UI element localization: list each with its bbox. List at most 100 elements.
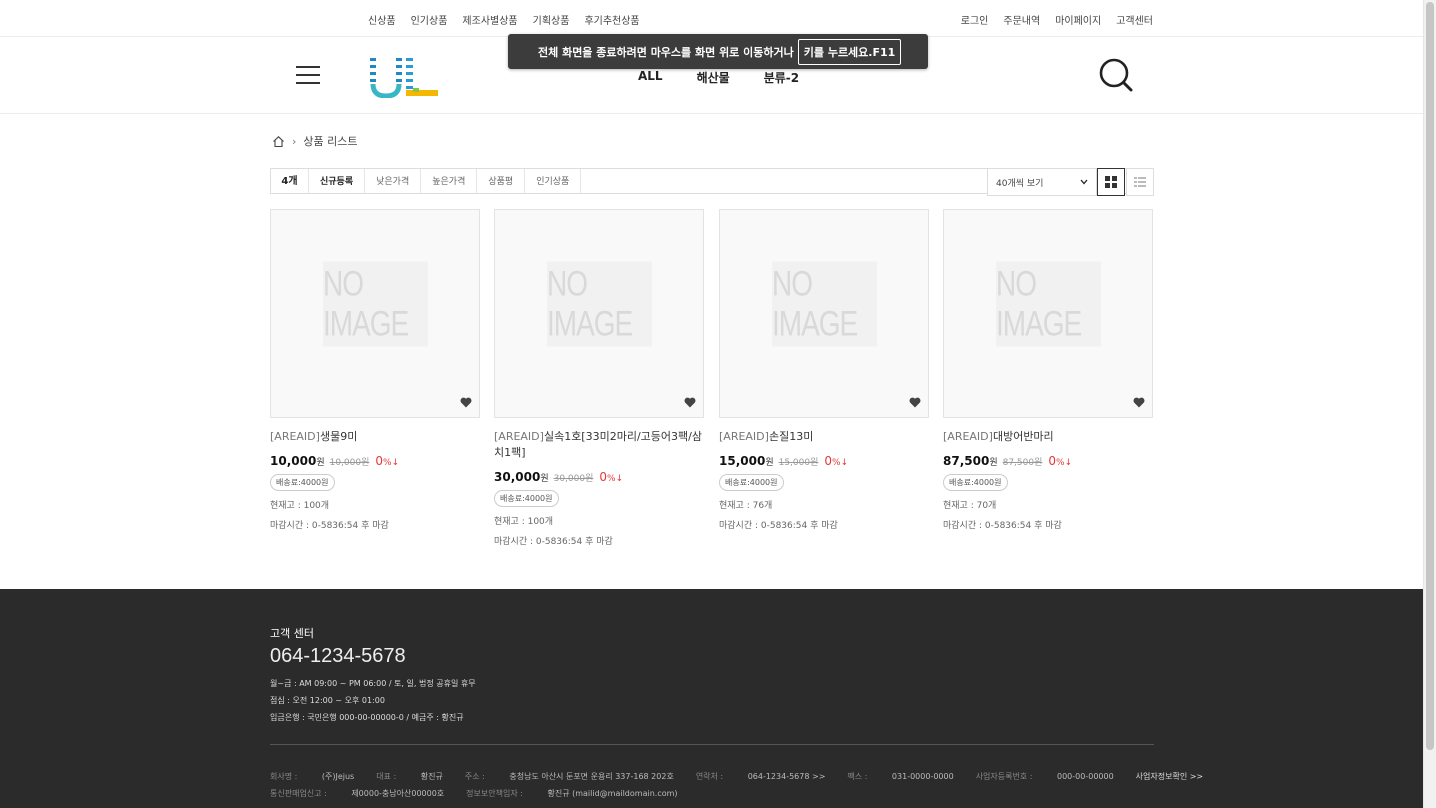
menu-icon[interactable] [296, 66, 320, 84]
nav-category-2[interactable]: 분류-2 [764, 69, 799, 86]
ceo-info: 대표 : 황진규 [376, 772, 443, 781]
heart-icon[interactable] [1133, 397, 1145, 408]
breadcrumb-current: 상품 리스트 [303, 135, 358, 148]
product-card[interactable]: NO IMAGE [AREAID]실속1호[33미2마리/고등어3팩/삼치1팩]… [494, 209, 704, 547]
original-price: 10,000원 [329, 458, 370, 468]
stock-text: 현재고 : 100개 [270, 501, 330, 511]
site-logo[interactable] [370, 54, 440, 98]
sort-review[interactable]: 상품평 [477, 169, 526, 193]
product-name[interactable]: [AREAID]대방어반마리 [943, 429, 1153, 445]
sort-low-price[interactable]: 낮은가격 [365, 169, 422, 193]
util-link-popular[interactable]: 인기상품 [411, 12, 448, 27]
product-thumbnail[interactable]: NO IMAGE [494, 209, 704, 418]
stock-text: 현재고 : 76개 [719, 501, 773, 511]
product-name[interactable]: [AREAID]생물9미 [270, 429, 480, 445]
sort-popular[interactable]: 인기상품 [525, 169, 582, 193]
util-left-links: 신상품 인기상품 제조사별상품 기획상품 후기추천상품 [368, 12, 655, 27]
price: 30,000 [494, 470, 541, 484]
cs-bank: 입금은행 : 국민은행 000-00-00000-0 / 예금주 : 황진규 [270, 713, 464, 722]
product-card[interactable]: NO IMAGE [AREAID]대방어반마리 87,500 원 87,500원… [943, 209, 1153, 531]
list-icon [1134, 177, 1146, 187]
discount: 0%↓ [1048, 454, 1073, 468]
customer-center-link[interactable]: 고객센터 [1116, 12, 1153, 27]
company-info: 회사명 : (주)Jejus [270, 772, 355, 781]
shipping-badge: 배송료:4000원 [719, 474, 784, 491]
breadcrumb: › 상품 리스트 [272, 133, 358, 149]
home-icon[interactable] [272, 135, 285, 148]
original-price: 87,500원 [1002, 458, 1043, 468]
price-row: 15,000 원 15,000원 0%↓ [719, 454, 849, 468]
price-row: 10,000 원 10,000원 0%↓ [270, 454, 400, 468]
discount: 0%↓ [599, 470, 624, 484]
list-view-button[interactable] [1126, 168, 1154, 196]
per-page-select[interactable]: 40개씩 보기 [987, 168, 1097, 196]
product-card[interactable]: NO IMAGE [AREAID]생물9미 10,000 원 10,000원 0… [270, 209, 480, 531]
product-name[interactable]: [AREAID]손질13미 [719, 429, 929, 445]
no-image-placeholder: NO IMAGE [772, 261, 877, 347]
price-row: 87,500 원 87,500원 0%↓ [943, 454, 1073, 468]
discount: 0%↓ [824, 454, 849, 468]
site-footer: 고객 센터 064-1234-5678 월~금 : AM 09:00 ~ PM … [0, 589, 1423, 808]
no-image-placeholder: NO IMAGE [323, 261, 428, 347]
sort-high-price[interactable]: 높은가격 [421, 169, 478, 193]
contact-info: 연락처 : 064-1234-5678 >> [695, 772, 826, 781]
fax-info: 팩스 : 031-0000-0000 [847, 772, 954, 781]
ecommerce-info: 통신판매업신고 : 제0000-충남아산00000호 [270, 789, 445, 798]
deadline-text: 마감시간 : 0-5836:54 후 마감 [494, 537, 613, 547]
heart-icon[interactable] [684, 397, 696, 408]
util-bar: 신상품 인기상품 제조사별상품 기획상품 후기추천상품 로그인 주문내역 마이페… [0, 0, 1423, 37]
product-thumbnail[interactable]: NO IMAGE [943, 209, 1153, 418]
mypage-link[interactable]: 마이페이지 [1055, 12, 1101, 27]
fullscreen-toast: 전체 화면을 종료하려면 마우스를 화면 위로 이동하거나 키를 누르세요.F1… [508, 34, 928, 69]
business-info-row-1: 회사명 : (주)Jejus 대표 : 황진규 주소 : 충청남도 아산시 둔포… [270, 771, 1225, 782]
heart-icon[interactable] [460, 397, 472, 408]
orders-link[interactable]: 주문내역 [1003, 12, 1040, 27]
footer-divider [270, 744, 1154, 745]
cs-lunch: 점심 : 오전 12:00 ~ 오후 01:00 [270, 696, 385, 705]
grid-view-button[interactable] [1097, 168, 1125, 196]
discount: 0%↓ [375, 454, 400, 468]
bizno-info: 사업자등록번호 : 000-00-00000 [975, 772, 1114, 781]
product-name[interactable]: [AREAID]실속1호[33미2마리/고등어3팩/삼치1팩] [494, 429, 704, 461]
shipping-badge: 배송료:4000원 [943, 474, 1008, 491]
product-count: 4개 [271, 169, 309, 193]
page-scrollbar[interactable] [1423, 0, 1436, 808]
stock-text: 현재고 : 100개 [494, 517, 554, 527]
deadline-text: 마감시간 : 0-5836:54 후 마감 [943, 521, 1062, 531]
login-link[interactable]: 로그인 [961, 12, 989, 27]
original-price: 30,000원 [553, 474, 594, 484]
scrollbar-thumb[interactable] [1426, 2, 1434, 750]
util-link-maker[interactable]: 제조사별상품 [462, 12, 517, 27]
no-image-placeholder: NO IMAGE [547, 261, 652, 347]
search-icon[interactable] [1098, 57, 1134, 93]
price: 10,000 [270, 454, 317, 468]
cs-hours: 월~금 : AM 09:00 ~ PM 06:00 / 토, 일, 법정 공휴일… [270, 679, 476, 688]
price: 15,000 [719, 454, 766, 468]
per-page-value: 40개씩 보기 [996, 178, 1044, 189]
toast-key: 키를 누르세요.F11 [797, 38, 902, 65]
cs-phone: 064-1234-5678 [270, 645, 406, 667]
price-row: 30,000 원 30,000원 0%↓ [494, 470, 624, 484]
business-info-row-2: 통신판매업신고 : 제0000-충남아산00000호 정보보안책임자 : 황진규… [270, 788, 700, 799]
toast-message: 전체 화면을 종료하려면 마우스를 화면 위로 이동하거나 [538, 45, 794, 59]
util-right-links: 로그인 주문내역 마이페이지 고객센터 [946, 12, 1153, 27]
privacy-info: 정보보안책임자 : 황진규 (mailid@maildomain.com) [466, 789, 678, 798]
bizinfo-link[interactable]: 사업자정보확인 >> [1136, 771, 1203, 782]
no-image-placeholder: NO IMAGE [996, 261, 1101, 347]
sort-newest[interactable]: 신규등록 [309, 169, 366, 193]
util-link-review[interactable]: 후기추천상품 [584, 12, 639, 27]
sort-bar: 4개 신규등록 낮은가격 높은가격 상품평 인기상품 40개씩 보기 [270, 168, 1154, 196]
product-thumbnail[interactable]: NO IMAGE [719, 209, 929, 418]
price: 87,500 [943, 454, 990, 468]
product-thumbnail[interactable]: NO IMAGE [270, 209, 480, 418]
util-link-new[interactable]: 신상품 [368, 12, 396, 27]
stock-text: 현재고 : 70개 [943, 501, 997, 511]
util-link-planned[interactable]: 기획상품 [533, 12, 570, 27]
grid-icon [1105, 176, 1117, 188]
nav-seafood[interactable]: 해산물 [697, 69, 730, 86]
heart-icon[interactable] [909, 397, 921, 408]
category-nav: ALL 해산물 분류-2 [638, 69, 833, 86]
deadline-text: 마감시간 : 0-5836:54 후 마감 [270, 521, 389, 531]
product-card[interactable]: NO IMAGE [AREAID]손질13미 15,000 원 15,000원 … [719, 209, 929, 531]
nav-all[interactable]: ALL [638, 69, 663, 86]
